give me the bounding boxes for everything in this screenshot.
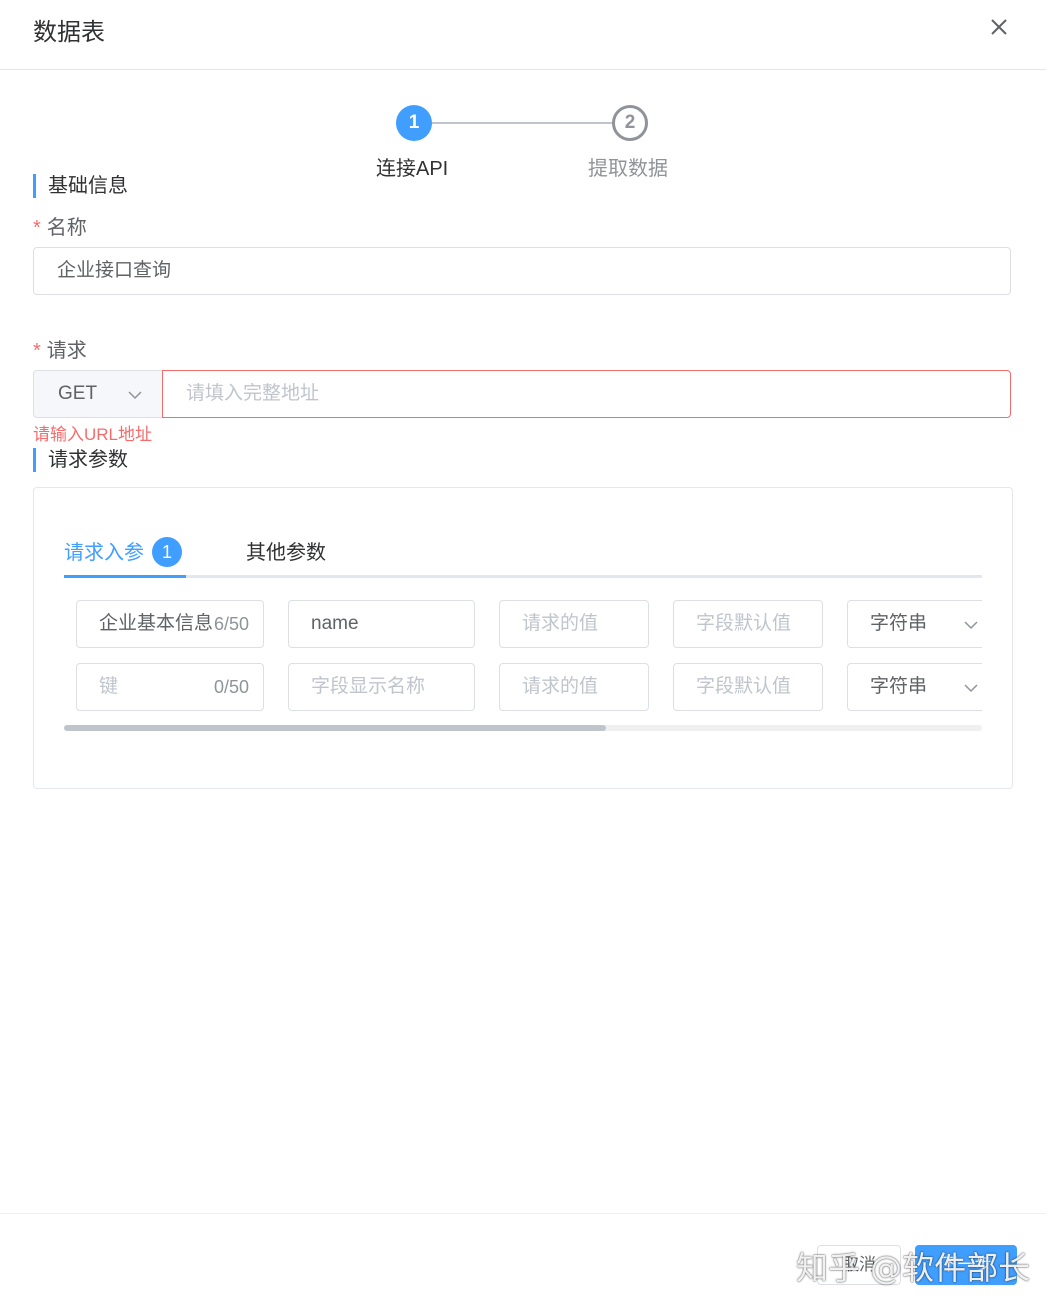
chevron-down-icon <box>964 684 978 693</box>
param-type-select[interactable]: 字符串 <box>847 600 982 648</box>
params-panel: 请求入参 1 其他参数 企业基本信息 6/50 name 请求的值 字段默认值 字… <box>33 487 1013 789</box>
tab-other-params[interactable]: 其他参数 <box>246 536 326 565</box>
horizontal-scrollbar-thumb[interactable] <box>64 725 606 731</box>
tab-count-badge: 1 <box>152 536 182 567</box>
char-count: 0/50 <box>211 664 249 710</box>
tab-bar <box>64 575 982 578</box>
dialog-header: 数据表 <box>0 0 1046 70</box>
name-label-text: 名称 <box>46 217 87 239</box>
param-type-value: 字符串 <box>870 676 928 697</box>
close-icon[interactable] <box>986 14 1012 40</box>
name-label: * 名称 <box>33 211 87 240</box>
param-type-select[interactable]: 字符串 <box>847 663 982 711</box>
footer-divider <box>0 1213 1046 1214</box>
required-star: * <box>33 340 41 362</box>
step-1-label: 连接API <box>376 158 449 180</box>
basic-info-section-title: 基础信息 <box>33 174 128 198</box>
tab-active-indicator <box>64 575 186 578</box>
param-value-input[interactable]: 请求的值 <box>499 600 649 648</box>
params-section-title: 请求参数 <box>33 448 128 472</box>
steps: 1 2 连接API 提取数据 <box>0 100 1046 190</box>
tab-request-params[interactable]: 请求入参 1 <box>64 536 182 569</box>
step-2-label: 提取数据 <box>588 158 668 180</box>
method-select[interactable]: GET <box>33 370 163 418</box>
name-input[interactable]: 企业接口查询 <box>33 247 1011 295</box>
dialog-title: 数据表 <box>33 19 105 46</box>
param-key-input[interactable]: 键 0/50 <box>76 663 264 711</box>
required-star: * <box>33 217 41 239</box>
char-count: 6/50 <box>211 601 249 647</box>
param-value-input[interactable]: 请求的值 <box>499 663 649 711</box>
param-default-input[interactable]: 字段默认值 <box>673 600 823 648</box>
chevron-down-icon <box>128 391 142 400</box>
chevron-down-icon <box>964 621 978 630</box>
param-key-value: 企业基本信息 <box>99 613 214 634</box>
url-error-message: 请输入URL地址 <box>33 425 153 444</box>
watermark: 知乎 @软件部长 <box>796 1249 1031 1287</box>
param-display-name-input[interactable]: 字段显示名称 <box>288 663 475 711</box>
param-default-input[interactable]: 字段默认值 <box>673 663 823 711</box>
request-label: * 请求 <box>33 334 87 363</box>
param-display-name-input[interactable]: name <box>288 600 475 648</box>
param-key-placeholder: 键 <box>99 676 119 697</box>
method-value: GET <box>58 383 98 404</box>
step-1-circle: 1 <box>396 105 432 141</box>
request-label-text: 请求 <box>46 340 87 362</box>
param-type-value: 字符串 <box>870 613 928 634</box>
tab-request-params-label: 请求入参 <box>64 542 144 564</box>
param-key-input[interactable]: 企业基本信息 6/50 <box>76 600 264 648</box>
url-input[interactable]: 请填入完整地址 <box>162 370 1011 418</box>
step-connector <box>432 122 612 124</box>
step-2-circle: 2 <box>612 105 648 141</box>
params-rows: 企业基本信息 6/50 name 请求的值 字段默认值 字符串 键 0/50 字… <box>64 598 982 718</box>
